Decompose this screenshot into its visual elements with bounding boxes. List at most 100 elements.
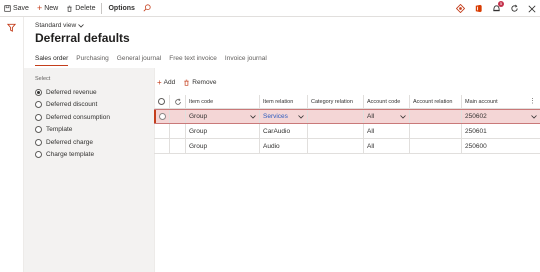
category-relation-cell[interactable] <box>308 139 364 153</box>
plus-icon: + <box>36 3 43 13</box>
column-header-item-relation[interactable]: Item relation <box>260 95 308 108</box>
add-button[interactable]: + Add <box>157 78 176 87</box>
select-all-cell[interactable] <box>154 95 170 108</box>
item-relation-cell[interactable]: CarAudio <box>260 124 308 138</box>
more-vertical-icon[interactable]: ⋮ <box>529 97 536 105</box>
radio-label: Deferred charge <box>46 138 93 146</box>
toolbar-divider <box>101 2 103 14</box>
category-relation-cell[interactable] <box>308 124 364 138</box>
account-code-cell[interactable]: All <box>364 124 410 138</box>
account-relation-cell[interactable] <box>410 124 462 138</box>
tab-purchasing[interactable]: Purchasing <box>76 55 109 66</box>
row-select-cell[interactable] <box>154 139 170 153</box>
item-relation-value[interactable]: Services <box>263 113 288 120</box>
radio-label: Template <box>46 126 73 134</box>
grid-action-bar: + Add Remove <box>157 78 216 87</box>
remove-label: Remove <box>192 79 217 86</box>
remove-button[interactable]: Remove <box>183 79 216 86</box>
account-code-value: All <box>367 113 375 120</box>
radio-button[interactable] <box>35 101 42 109</box>
column-header-category-relation[interactable]: Category relation <box>308 95 364 108</box>
account-relation-cell[interactable] <box>410 139 462 153</box>
add-label: Add <box>163 79 176 86</box>
column-header-main-account[interactable]: Main account <box>462 95 532 108</box>
radio-template[interactable]: Template <box>35 124 110 137</box>
item-code-cell[interactable]: Group <box>186 110 260 123</box>
options-tab[interactable]: Options <box>104 0 138 17</box>
view-name: Standard view <box>35 22 77 29</box>
notification-icon[interactable]: 5 <box>492 1 504 13</box>
row-checkbox[interactable] <box>159 113 166 120</box>
tab-invoice-journal[interactable]: Invoice journal <box>225 55 267 66</box>
notification-badge: 5 <box>498 1 504 7</box>
refresh-icon[interactable] <box>174 98 182 106</box>
trash-icon <box>183 79 190 86</box>
item-code-cell[interactable]: Group <box>186 124 260 138</box>
main-account-cell[interactable]: 250601 <box>462 124 540 138</box>
radio-deferred-charge[interactable]: Deferred charge <box>35 136 110 149</box>
chevron-down-icon[interactable] <box>400 114 406 119</box>
save-icon <box>4 4 11 12</box>
column-header-account-relation[interactable]: Account relation <box>410 95 462 108</box>
row-select-cell[interactable] <box>154 110 170 123</box>
account-code-cell[interactable]: All <box>364 110 410 123</box>
radio-label: Deferred discount <box>46 101 98 109</box>
tab-free-text-invoice[interactable]: Free text invoice <box>169 55 217 66</box>
search-button[interactable] <box>139 0 155 17</box>
options-label: Options <box>108 4 135 12</box>
chevron-down-icon[interactable] <box>298 114 304 119</box>
radio-deferred-consumption[interactable]: Deferred consumption <box>35 111 110 124</box>
tab-strip: Sales order Purchasing General journal F… <box>35 55 267 66</box>
view-selector[interactable]: Standard view <box>35 22 84 29</box>
delete-button[interactable]: Delete <box>62 0 99 17</box>
column-header-account-code[interactable]: Account code <box>364 95 410 108</box>
account-code-cell[interactable]: All <box>364 139 410 153</box>
save-button[interactable]: Save <box>0 0 33 17</box>
close-icon[interactable] <box>528 5 536 13</box>
main-account-cell[interactable]: 250600 <box>462 139 540 153</box>
row-spacer-cell <box>170 124 186 138</box>
tab-sales-order[interactable]: Sales order <box>35 55 69 66</box>
refresh-cell[interactable] <box>170 95 186 108</box>
save-label: Save <box>13 4 29 12</box>
row-spacer-cell <box>170 110 186 123</box>
select-label: Select <box>35 76 51 82</box>
item-relation-cell[interactable]: Audio <box>260 139 308 153</box>
refresh-icon[interactable] <box>510 4 519 13</box>
item-code-cell[interactable]: Group <box>186 139 260 153</box>
main-account-value: 250602 <box>465 113 487 120</box>
new-button[interactable]: + New <box>33 0 62 17</box>
plus-icon: + <box>157 78 162 87</box>
page-title: Deferral defaults <box>35 31 130 45</box>
filter-icon[interactable] <box>7 23 16 32</box>
radio-button[interactable] <box>35 88 42 96</box>
table-row[interactable]: Group Audio All 250600 <box>154 139 540 154</box>
table-row[interactable]: Group Services All 250602 <box>154 109 540 124</box>
grid-header-row: Item code Item relation Category relatio… <box>154 95 540 109</box>
row-select-cell[interactable] <box>154 124 170 138</box>
radio-label: Deferred consumption <box>46 113 110 121</box>
left-strip <box>0 17 24 272</box>
category-relation-cell[interactable] <box>308 110 364 123</box>
power-apps-icon[interactable] <box>456 4 465 13</box>
chevron-down-icon[interactable] <box>250 114 256 119</box>
radio-charge-template[interactable]: Charge template <box>35 149 110 162</box>
tab-general-journal[interactable]: General journal <box>117 55 161 66</box>
main-account-cell[interactable]: 250602 <box>462 110 540 123</box>
radio-button[interactable] <box>35 151 42 159</box>
chevron-down-icon <box>78 23 84 28</box>
radio-deferred-discount[interactable]: Deferred discount <box>35 99 110 112</box>
radio-button[interactable] <box>35 138 42 146</box>
select-all-checkbox[interactable] <box>158 98 165 105</box>
account-relation-cell[interactable] <box>410 110 462 123</box>
item-relation-cell[interactable]: Services <box>260 110 308 123</box>
table-row[interactable]: Group CarAudio All 250601 <box>154 124 540 139</box>
chevron-down-icon[interactable] <box>531 114 537 119</box>
deferral-type-radio-group: Deferred revenue Deferred discount Defer… <box>35 86 110 161</box>
radio-button[interactable] <box>35 113 42 121</box>
radio-button[interactable] <box>35 126 42 134</box>
radio-deferred-revenue[interactable]: Deferred revenue <box>35 86 110 99</box>
column-header-item-code[interactable]: Item code <box>186 95 260 108</box>
delete-label: Delete <box>75 4 96 12</box>
office-icon[interactable] <box>474 4 483 13</box>
